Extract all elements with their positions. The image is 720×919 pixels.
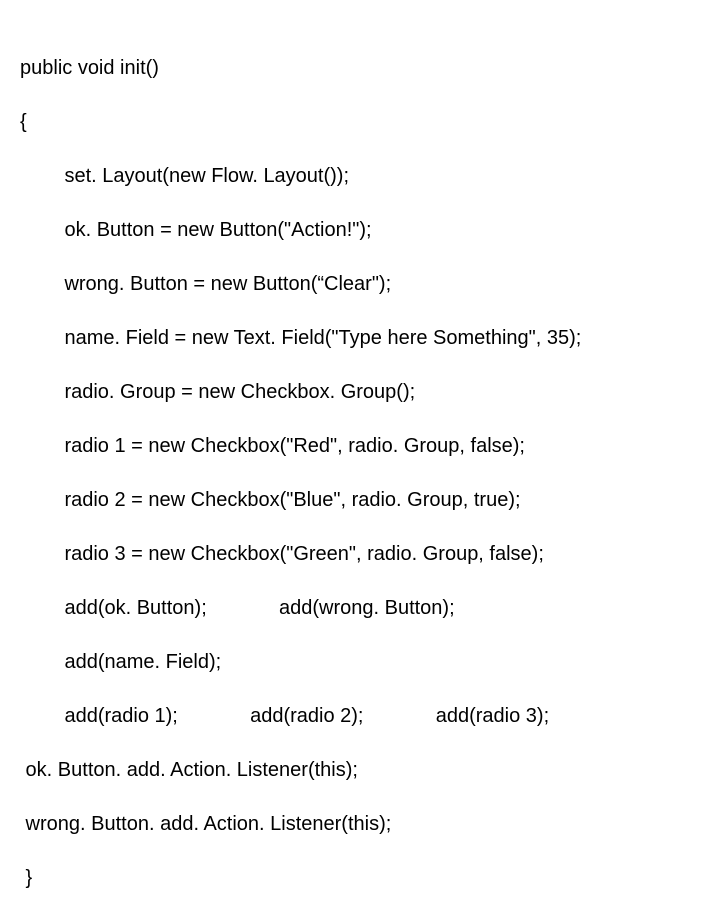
code-line: ok. Button = new Button("Action!"); [20,217,700,244]
code-line: public void init() [20,55,700,82]
code-line: } [20,865,700,892]
code-block: public void init() { set. Layout(new Flo… [0,0,720,919]
code-line: radio 1 = new Checkbox("Red", radio. Gro… [20,433,700,460]
code-line: ok. Button. add. Action. Listener(this); [20,757,700,784]
code-line: add(radio 1); add(radio 2); add(radio 3)… [20,703,700,730]
code-line: add(ok. Button); add(wrong. Button); [20,595,700,622]
code-line: name. Field = new Text. Field("Type here… [20,325,700,352]
code-line: radio 2 = new Checkbox("Blue", radio. Gr… [20,487,700,514]
code-line: radio 3 = new Checkbox("Green", radio. G… [20,541,700,568]
code-line: add(name. Field); [20,649,700,676]
code-line: radio. Group = new Checkbox. Group(); [20,379,700,406]
code-line: wrong. Button = new Button(“Clear"); [20,271,700,298]
code-line: set. Layout(new Flow. Layout()); [20,163,700,190]
code-line: { [20,109,700,136]
code-line: wrong. Button. add. Action. Listener(thi… [20,811,700,838]
